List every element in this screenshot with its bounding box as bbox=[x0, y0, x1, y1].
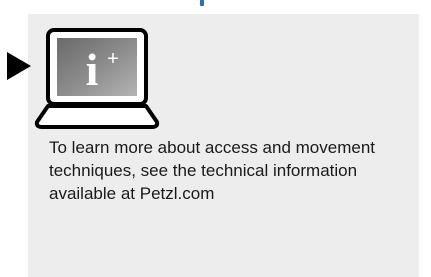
plus-glyph: + bbox=[107, 48, 119, 70]
laptop-base bbox=[34, 104, 160, 129]
pointer-arrow-icon bbox=[7, 52, 31, 80]
laptop-info-plus-icon: i + bbox=[34, 28, 160, 129]
info-text: To learn more about access and movement … bbox=[49, 138, 376, 203]
top-marker bbox=[200, 0, 204, 6]
info-glyph: i bbox=[86, 44, 99, 95]
